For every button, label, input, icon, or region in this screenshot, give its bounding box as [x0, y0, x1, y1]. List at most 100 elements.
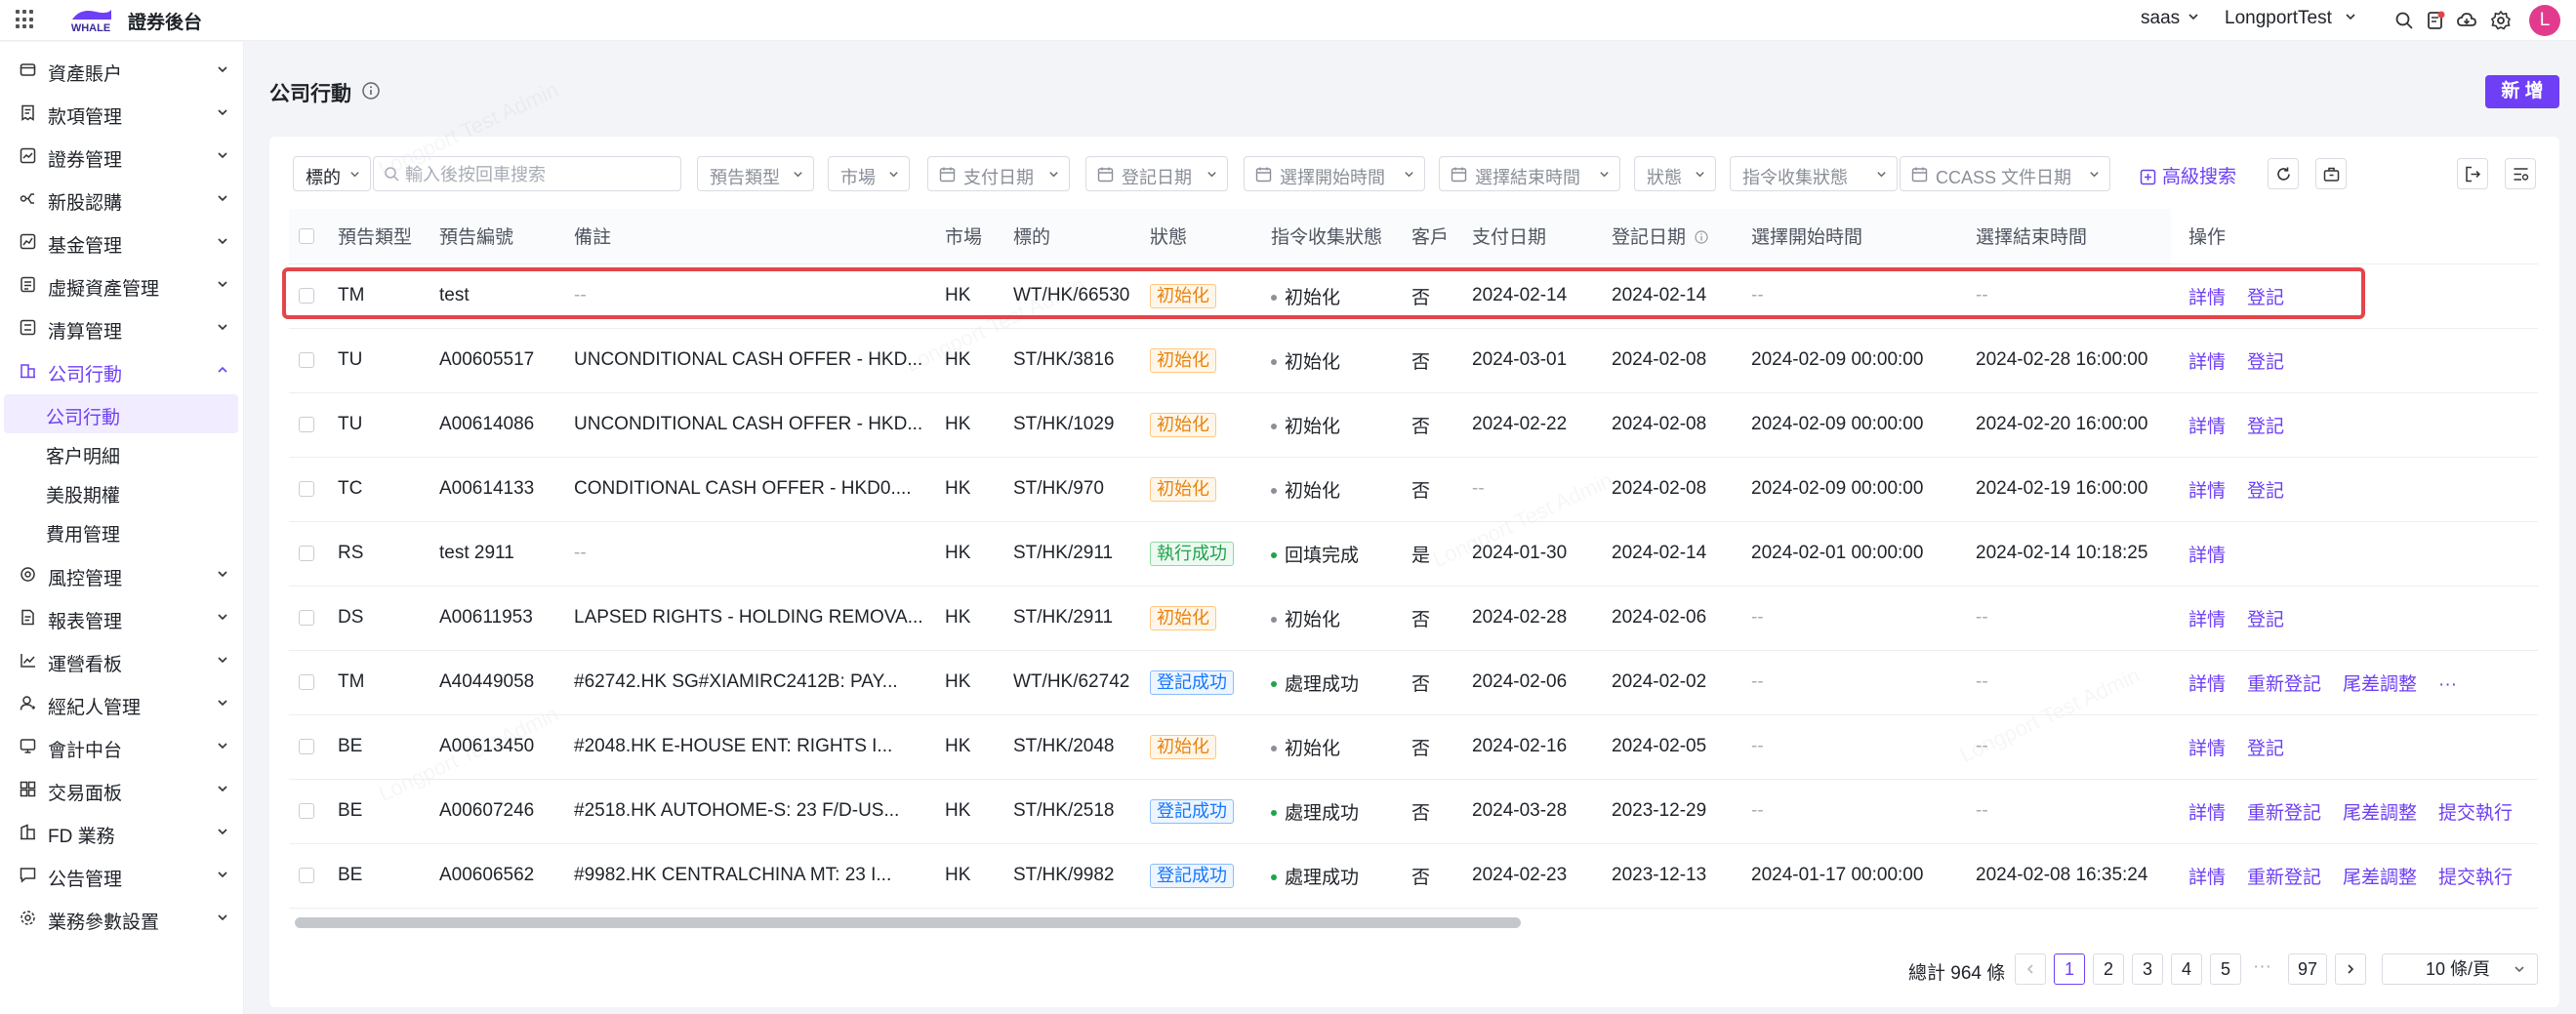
search-type-select[interactable]: 標的 — [293, 156, 371, 191]
action-link[interactable]: 登記 — [2247, 610, 2284, 630]
column-settings-button[interactable] — [2505, 158, 2536, 189]
action-link[interactable]: 詳情 — [2188, 868, 2226, 888]
table-row[interactable]: TC A00614133 CONDITIONAL CASH OFFER - HKD0… — [289, 457, 2538, 522]
table-row[interactable]: TM test -- HK WT/HK/66530 初始化 初始化否 2024-02-14 20… — [289, 264, 2538, 329]
action-link[interactable]: 重新登記 — [2247, 674, 2321, 695]
table-row[interactable]: BE A00613450 #2048.HK E-HOUSE ENT: RIGHTS … — [289, 714, 2538, 780]
document-alert-icon[interactable] — [2425, 10, 2446, 31]
action-link[interactable]: 詳情 — [2188, 674, 2226, 695]
row-checkbox[interactable] — [299, 416, 314, 432]
row-checkbox[interactable] — [299, 545, 314, 561]
status-filter[interactable]: 狀態 — [1634, 156, 1716, 191]
action-link[interactable]: 尾差調整 — [2343, 868, 2417, 888]
sidebar-item-securities[interactable]: 證券管理 — [0, 135, 242, 178]
select-start-filter[interactable]: 選擇開始時間 — [1244, 156, 1425, 191]
action-link[interactable]: 提交執行 — [2438, 868, 2513, 888]
avatar[interactable]: L — [2529, 5, 2560, 36]
row-checkbox[interactable] — [299, 867, 314, 883]
refresh-button[interactable] — [2268, 158, 2299, 189]
action-link[interactable]: 詳情 — [2188, 546, 2226, 566]
sidebar-item-dashboard[interactable]: 運營看板 — [0, 639, 242, 682]
page-ellipsis[interactable]: ··· — [2253, 956, 2271, 988]
sidebar-item-clearing[interactable]: 清算管理 — [0, 306, 242, 349]
page-button[interactable]: 3 — [2132, 953, 2163, 985]
table-row[interactable]: BE A00606562 #9982.HK CENTRALCHINA MT: 23 … — [289, 843, 2538, 909]
table-row[interactable]: RS test 2911 -- HK ST/HK/2911 執行成功 回填完成是 2024-0… — [289, 521, 2538, 587]
sidebar-subitem-fees[interactable]: 費用管理 — [4, 511, 238, 550]
action-link[interactable]: 詳情 — [2188, 288, 2226, 308]
table-row[interactable]: TU A00605517 UNCONDITIONAL CASH OFFER - HK… — [289, 328, 2538, 393]
row-checkbox[interactable] — [299, 738, 314, 754]
sidebar-item-reports[interactable]: 報表管理 — [0, 596, 242, 639]
tenant-selector[interactable]: saas — [2141, 8, 2199, 29]
sidebar-item-assets[interactable]: 資產賬户 — [0, 49, 242, 92]
info-icon[interactable] — [1695, 230, 1708, 244]
next-page-button[interactable] — [2335, 953, 2366, 985]
exit-fullscreen-button[interactable] — [2457, 158, 2488, 189]
action-link[interactable]: 詳情 — [2188, 803, 2226, 824]
search-icon[interactable] — [2393, 10, 2415, 31]
horizontal-scrollbar[interactable] — [295, 917, 1521, 928]
page-button[interactable]: 5 — [2210, 953, 2241, 985]
search-input[interactable] — [405, 163, 669, 186]
action-link[interactable]: 重新登記 — [2247, 868, 2321, 888]
action-link[interactable]: 登記 — [2247, 288, 2284, 308]
record-date-filter[interactable]: 登記日期 — [1085, 156, 1228, 191]
sidebar-item-virtual-assets[interactable]: 虛擬資產管理 — [0, 264, 242, 306]
row-checkbox[interactable] — [299, 673, 314, 690]
action-link[interactable]: 登記 — [2247, 739, 2284, 759]
action-link[interactable]: 尾差調整 — [2343, 803, 2417, 824]
sidebar-subitem-corporate-actions[interactable]: 公司行動 — [4, 394, 238, 433]
advanced-search-link[interactable]: 高級搜索 — [2140, 162, 2236, 188]
export-button[interactable] — [2315, 158, 2347, 189]
page-button[interactable]: 1 — [2054, 953, 2085, 985]
sidebar-subitem-us-options[interactable]: 美股期權 — [4, 472, 238, 511]
row-checkbox[interactable] — [299, 802, 314, 819]
sidebar-item-risk[interactable]: 風控管理 — [0, 553, 242, 596]
select-all-checkbox[interactable] — [299, 227, 314, 244]
pay-date-filter[interactable]: 支付日期 — [927, 156, 1070, 191]
table-row[interactable]: TU A00614086 UNCONDITIONAL CASH OFFER - HK… — [289, 392, 2538, 458]
page-size-select[interactable]: 10 條/頁 — [2382, 953, 2538, 985]
action-link[interactable]: 重新登記 — [2247, 803, 2321, 824]
table-row[interactable]: TM A40449058 #62742.HK SG#XIAMIRC2412B: PA… — [289, 650, 2538, 715]
new-button[interactable]: 新 增 — [2485, 75, 2559, 108]
action-link[interactable]: 詳情 — [2188, 352, 2226, 373]
sidebar-item-funds[interactable]: 基金管理 — [0, 221, 242, 264]
sidebar-item-corporate-actions[interactable]: 公司行動 — [0, 349, 242, 392]
page-button[interactable]: 2 — [2093, 953, 2124, 985]
row-checkbox[interactable] — [299, 351, 314, 368]
row-checkbox[interactable] — [299, 287, 314, 304]
action-link[interactable]: 尾差調整 — [2343, 674, 2417, 695]
apps-grid-icon[interactable] — [16, 10, 35, 29]
table-row[interactable]: DS A00611953 LAPSED RIGHTS - HOLDING REMOV… — [289, 586, 2538, 651]
row-checkbox[interactable] — [299, 480, 314, 497]
sidebar-item-business-settings[interactable]: 業務參數設置 — [0, 897, 242, 940]
sidebar-item-brokers[interactable]: 經紀人管理 — [0, 682, 242, 725]
prev-page-button[interactable] — [2015, 953, 2046, 985]
action-link[interactable]: 詳情 — [2188, 481, 2226, 502]
action-link[interactable]: 詳情 — [2188, 610, 2226, 630]
instruction-status-filter[interactable]: 指令收集狀態 — [1730, 156, 1898, 191]
cloud-download-icon[interactable] — [2456, 10, 2477, 31]
last-page-button[interactable]: 97 — [2288, 953, 2327, 985]
account-selector[interactable]: LongportTest — [2225, 8, 2356, 29]
sidebar-item-announcements[interactable]: 公告管理 — [0, 854, 242, 897]
page-button[interactable]: 4 — [2171, 953, 2202, 985]
sidebar-subitem-client-details[interactable]: 客户明細 — [4, 433, 238, 472]
action-link[interactable]: 詳情 — [2188, 417, 2226, 437]
row-checkbox[interactable] — [299, 609, 314, 626]
info-icon[interactable] — [361, 81, 381, 101]
sidebar-item-funds-transfer[interactable]: 款項管理 — [0, 92, 242, 135]
search-box[interactable] — [373, 156, 681, 191]
sidebar-item-accounting[interactable]: 會計中台 — [0, 725, 242, 768]
table-row[interactable]: BE A00607246 #2518.HK AUTOHOME-S: 23 F/D-U… — [289, 779, 2538, 844]
ccass-date-filter[interactable]: CCASS 文件日期 — [1900, 156, 2110, 191]
gear-icon[interactable] — [2490, 10, 2512, 31]
notice-type-filter[interactable]: 預告類型 — [697, 156, 814, 191]
action-link[interactable]: 登記 — [2247, 352, 2284, 373]
sidebar-item-ipo[interactable]: 新股認購 — [0, 178, 242, 221]
select-end-filter[interactable]: 選擇結束時間 — [1439, 156, 1620, 191]
more-actions-button[interactable]: ··· — [2438, 674, 2457, 695]
sidebar-item-fd[interactable]: FD 業務 — [0, 811, 242, 854]
